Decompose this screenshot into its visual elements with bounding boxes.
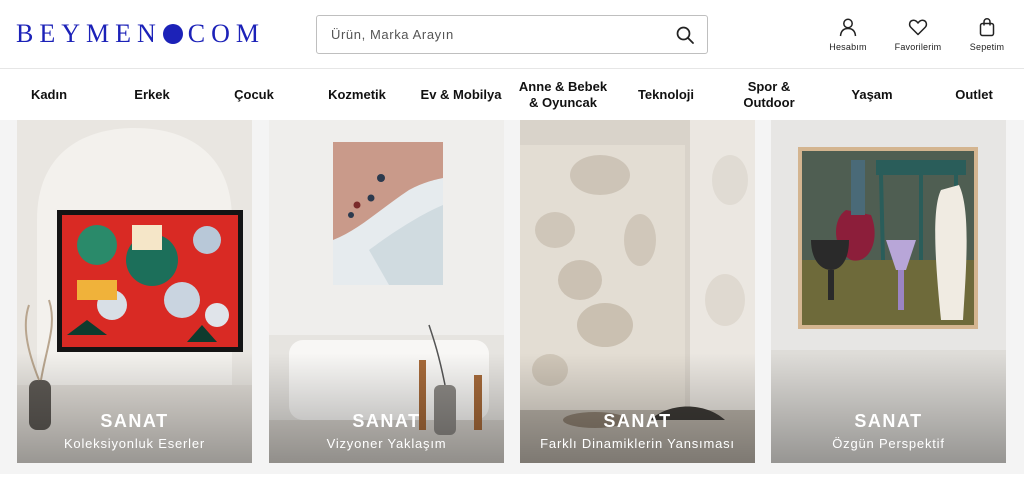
beymen-logo[interactable]: BEYMEN COM bbox=[16, 19, 266, 48]
search-input[interactable] bbox=[317, 16, 667, 53]
category-card-farkli-dinamiklerin-yansimasi[interactable]: SANAT Farklı Dinamiklerin Yansıması bbox=[520, 120, 755, 463]
logo-dot-icon bbox=[162, 24, 183, 44]
nav-item-yasam[interactable]: Yaşam bbox=[838, 69, 906, 121]
nav-item-cocuk[interactable]: Çocuk bbox=[220, 69, 288, 121]
category-card-vizyoner-yaklasim[interactable]: SANAT Vizyoner Yaklaşım bbox=[269, 120, 504, 463]
nav-item-spor-outdoor[interactable]: Spor & Outdoor bbox=[735, 69, 803, 121]
favorites-label: Favorilerim bbox=[894, 42, 942, 52]
card-title: SANAT bbox=[854, 411, 923, 431]
card-subtitle: Özgün Perspektif bbox=[832, 436, 945, 451]
nav-item-outlet[interactable]: Outlet bbox=[940, 69, 1008, 121]
category-nav: Kadın Erkek Çocuk Kozmetik Ev & Mobilya … bbox=[0, 68, 1024, 120]
nav-item-teknoloji[interactable]: Teknoloji bbox=[626, 69, 706, 121]
page-bottom-strip bbox=[0, 474, 1024, 484]
logo-text-left: BEYMEN bbox=[16, 19, 162, 48]
card-subtitle: Koleksiyonluk Eserler bbox=[63, 436, 206, 451]
header: BEYMEN COM Hesabım Favorilerim Sepetim bbox=[0, 0, 1024, 68]
search-box bbox=[316, 15, 708, 54]
card-title: SANAT bbox=[603, 411, 672, 431]
card-subtitle: Farklı Dinamiklerin Yansıması bbox=[540, 436, 735, 451]
shopping-bag-icon bbox=[979, 18, 995, 37]
card-title: SANAT bbox=[100, 411, 169, 431]
nav-item-kozmetik[interactable]: Kozmetik bbox=[318, 69, 396, 121]
nav-item-kadin[interactable]: Kadın bbox=[15, 69, 83, 121]
heart-icon bbox=[908, 19, 928, 36]
card-subtitle: Vizyoner Yaklaşım bbox=[326, 436, 447, 451]
nav-item-erkek[interactable]: Erkek bbox=[118, 69, 186, 121]
cart-button[interactable]: Sepetim bbox=[950, 17, 1024, 52]
category-card-koleksiyonluk-eserler[interactable]: SANAT Koleksiyonluk Eserler bbox=[17, 120, 252, 463]
search-icon[interactable] bbox=[675, 25, 695, 45]
account-label: Hesabım bbox=[829, 42, 867, 52]
account-button[interactable]: Hesabım bbox=[811, 17, 885, 52]
nav-item-ev-mobilya[interactable]: Ev & Mobilya bbox=[415, 69, 507, 121]
logo-text-right: COM bbox=[187, 19, 266, 48]
user-icon bbox=[839, 18, 857, 37]
nav-item-anne-bebek-oyuncak[interactable]: Anne & Bebek & Oyuncak bbox=[514, 69, 612, 121]
cart-label: Sepetim bbox=[969, 42, 1005, 52]
card-title: SANAT bbox=[352, 411, 421, 431]
category-card-ozgun-perspektif[interactable]: SANAT Özgün Perspektif bbox=[771, 120, 1006, 463]
favorites-button[interactable]: Favorilerim bbox=[881, 17, 955, 52]
